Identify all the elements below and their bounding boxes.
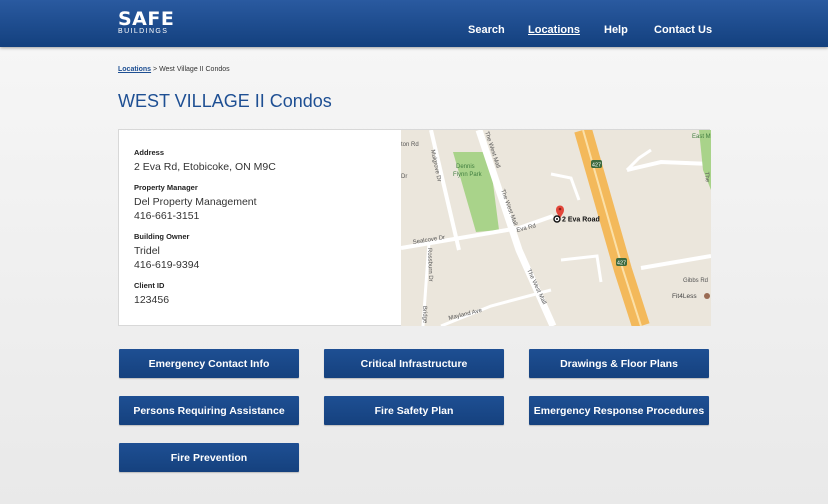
location-details-card: Address 2 Eva Rd, Etobicoke, ON M9C Prop… — [118, 129, 711, 326]
map-label-the: The — [703, 172, 710, 183]
property-manager-phone: 416-661-3151 — [134, 210, 200, 222]
address-group: Address 2 Eva Rd, Etobicoke, ON M9C — [134, 148, 276, 174]
building-owner-group: Building Owner Tridel 416-619-9394 — [134, 232, 276, 272]
breadcrumb-locations-link[interactable]: Locations — [118, 66, 151, 73]
client-id-value: 123456 — [134, 294, 170, 306]
map-label-park-2: Flynn Park — [453, 172, 483, 178]
map-canvas: 427 427 Dennis Flynn Park The West Mall … — [401, 130, 711, 326]
emergency-contact-info-button[interactable]: Emergency Contact Info — [119, 349, 299, 378]
map-pin-dot — [558, 207, 562, 211]
breadcrumb: Locations > West Village II Condos — [118, 66, 230, 73]
client-id-group: Client ID 123456 — [134, 281, 276, 307]
fit4less-marker-icon — [704, 293, 710, 299]
nav-contact-us[interactable]: Contact Us — [654, 24, 712, 36]
persons-requiring-assistance-button[interactable]: Persons Requiring Assistance — [119, 396, 299, 425]
client-id-label: Client ID — [134, 281, 165, 290]
property-manager-name: Del Property Management — [134, 196, 257, 208]
building-owner-label: Building Owner — [134, 232, 190, 241]
emergency-response-procedures-button[interactable]: Emergency Response Procedures — [529, 396, 709, 425]
map-label-fit4less: Fit4Less — [672, 293, 697, 300]
nav-help[interactable]: Help — [604, 24, 628, 36]
map-pin-label: 2 Eva Road — [562, 217, 600, 224]
site-header: SAFE BUILDINGS Search Locations Help Con… — [0, 0, 828, 47]
map-label-park-1: Dennis — [456, 164, 475, 170]
address-value: 2 Eva Rd, Etobicoke, ON M9C — [134, 161, 276, 173]
highway-shield-text-2: 427 — [617, 261, 626, 267]
map-label-east: East M — [692, 134, 711, 140]
location-map[interactable]: 427 427 Dennis Flynn Park The West Mall … — [401, 130, 711, 326]
map-label-dr: Dr — [401, 174, 407, 180]
property-manager-label: Property Manager — [134, 183, 198, 192]
location-info: Address 2 Eva Rd, Etobicoke, ON M9C Prop… — [134, 148, 276, 316]
building-owner-phone: 416-619-9394 — [134, 259, 200, 271]
building-owner-name: Tridel — [134, 245, 160, 257]
property-manager-group: Property Manager Del Property Management… — [134, 183, 276, 223]
breadcrumb-current: West Village II Condos — [159, 66, 230, 73]
logo-sub-text: BUILDINGS — [118, 28, 169, 35]
nav-locations[interactable]: Locations — [528, 24, 580, 36]
page-title: WEST VILLAGE II Condos — [118, 91, 332, 111]
critical-infrastructure-button[interactable]: Critical Infrastructure — [324, 349, 504, 378]
map-label-rossburn: Rossburn Dr — [426, 248, 433, 282]
breadcrumb-separator: > — [153, 66, 158, 73]
highway-shield-text-1: 427 — [592, 163, 601, 169]
logo-main-text: SAFE — [118, 8, 175, 30]
map-label-gibbs: Gibbs Rd — [683, 278, 708, 284]
nav-search[interactable]: Search — [468, 24, 505, 36]
drawings-floor-plans-button[interactable]: Drawings & Floor Plans — [529, 349, 709, 378]
map-label-bridge: Bridge — [421, 306, 428, 324]
safe-buildings-logo[interactable]: SAFE BUILDINGS — [118, 10, 174, 36]
fire-prevention-button[interactable]: Fire Prevention — [119, 443, 299, 472]
address-label: Address — [134, 148, 165, 157]
map-label-ton: ton Rd — [401, 142, 419, 148]
fire-safety-plan-button[interactable]: Fire Safety Plan — [324, 396, 504, 425]
